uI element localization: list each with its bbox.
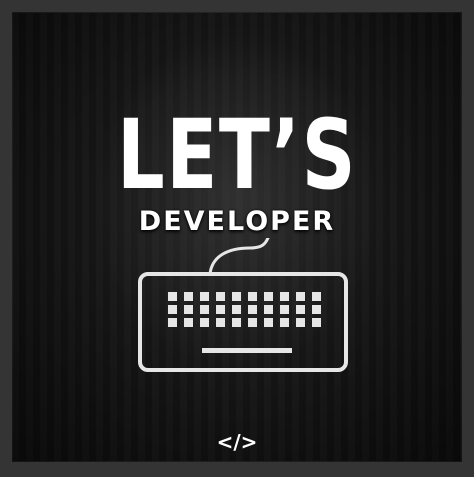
keyboard-key: [296, 292, 305, 301]
keyboard-key: [248, 305, 257, 314]
keyboard-key: [184, 292, 193, 301]
keyboard-key: [248, 318, 257, 327]
keyboard-key: [216, 305, 225, 314]
poster-headline: LET’S: [116, 99, 358, 211]
keyboard-key: [168, 318, 177, 327]
keyboard-key: [312, 292, 321, 301]
keyboard-key: [312, 318, 321, 327]
keyboard-key: [248, 292, 257, 301]
keyboard-key: [232, 305, 241, 314]
keyboard-key: [200, 305, 209, 314]
keyboard-key: [232, 292, 241, 301]
keyboard-icon: [138, 238, 348, 372]
keyboard-key: [232, 318, 241, 327]
keyboard-key: [216, 318, 225, 327]
image-frame: LET’S DEVELOPER </>: [0, 0, 474, 477]
keyboard-key: [280, 305, 289, 314]
keyboard-key: [296, 318, 305, 327]
code-symbol: </>: [216, 430, 258, 454]
keyboard-key: [168, 305, 177, 314]
keyboard-key: [280, 292, 289, 301]
keyboard-key: [216, 292, 225, 301]
keyboard-key: [296, 305, 305, 314]
keyboard-key: [184, 318, 193, 327]
poster-subheadline: DEVELOPER: [138, 206, 336, 237]
keyboard-key: [264, 318, 273, 327]
keyboard-key: [280, 318, 289, 327]
poster: LET’S DEVELOPER </>: [12, 12, 462, 462]
keyboard-key: [264, 305, 273, 314]
keyboard-key: [264, 292, 273, 301]
keyboard-key: [200, 292, 209, 301]
keyboard-key: [184, 305, 193, 314]
keyboard-key: [168, 292, 177, 301]
keyboard-key: [200, 318, 209, 327]
keyboard-key: [312, 305, 321, 314]
